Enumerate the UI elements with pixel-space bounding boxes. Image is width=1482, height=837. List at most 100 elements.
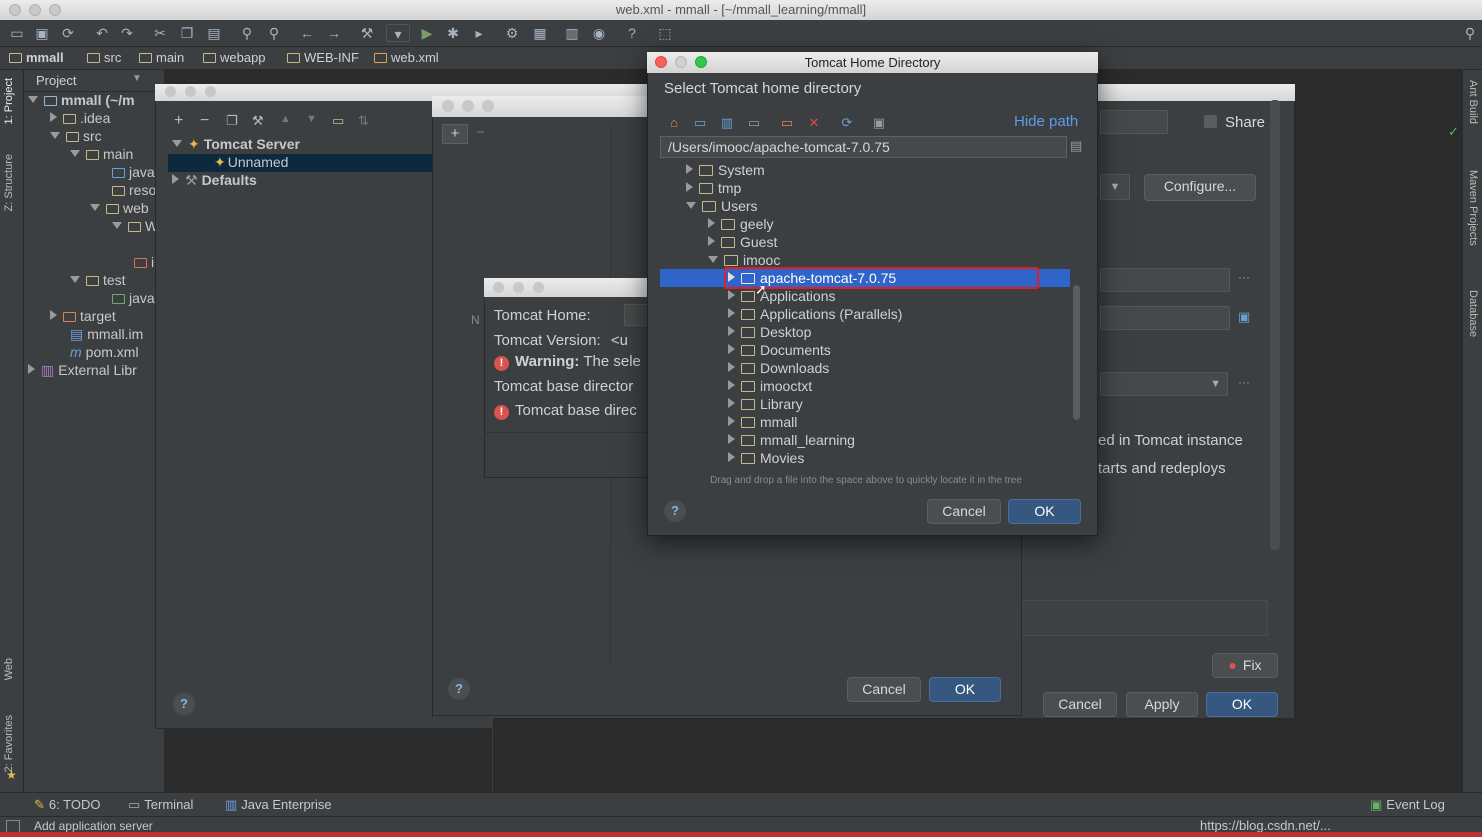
project-view-selector[interactable]: Project xyxy=(36,73,76,88)
tree-item-main[interactable]: main xyxy=(70,146,133,162)
tree-item-root[interactable]: mmall (~/m xyxy=(28,92,135,108)
todo-tool-tab[interactable]: ✎ 6: TODO xyxy=(34,797,100,813)
tree-item-idea[interactable]: .idea xyxy=(50,110,110,126)
open-folder-icon[interactable]: ▭ xyxy=(8,24,26,42)
dir-item-documents[interactable]: Documents xyxy=(660,341,1070,359)
dir-item-geely[interactable]: geely xyxy=(660,215,1070,233)
edit-defaults-icon[interactable]: ⚒ xyxy=(252,113,264,129)
tree-item-java[interactable]: java xyxy=(112,164,155,180)
redo-icon[interactable]: ↷ xyxy=(118,24,136,42)
android-icon[interactable]: ◉ xyxy=(590,24,608,42)
tree-item-iml[interactable]: ▤ mmall.im xyxy=(70,326,143,343)
dir-item-desktop[interactable]: Desktop xyxy=(660,323,1070,341)
home-icon[interactable]: ⌂ xyxy=(665,114,683,132)
dir-item-guest[interactable]: Guest xyxy=(660,233,1070,251)
module-dir-icon[interactable]: ▭ xyxy=(745,114,763,132)
structure-tool-tab[interactable]: Z: Structure xyxy=(3,154,15,211)
path-input[interactable]: /Users/imooc/apache-tomcat-7.0.75 xyxy=(660,136,1067,158)
servers-ok-button[interactable]: OK xyxy=(929,677,1001,702)
add-server-button[interactable]: + xyxy=(442,124,468,144)
favorites-tool-tab[interactable]: 2: Favorites xyxy=(3,715,15,772)
name-field-tail[interactable] xyxy=(1100,110,1168,134)
tree-item-web-inf[interactable]: W xyxy=(112,218,158,234)
run-config-scrollbar[interactable] xyxy=(1270,100,1280,550)
settings-icon[interactable]: ⚙ xyxy=(503,24,521,42)
breadcrumb-item-src[interactable]: src xyxy=(87,50,121,65)
tree-item-tomcat-server[interactable]: ✦ Tomcat Server xyxy=(172,136,300,153)
event-log-tool-tab[interactable]: ▣ Event Log xyxy=(1370,797,1445,813)
expand-field-icon[interactable]: ▣ xyxy=(1238,309,1250,325)
chevron-down-icon[interactable]: ▼ xyxy=(1100,174,1130,200)
url-field[interactable] xyxy=(1100,268,1230,292)
ellipsis-icon[interactable]: ··· xyxy=(1238,375,1250,389)
help-icon[interactable]: ? xyxy=(623,24,641,42)
chevron-down-icon[interactable]: ▼ xyxy=(132,73,142,84)
breadcrumb-item-main[interactable]: main xyxy=(139,50,184,65)
back-icon[interactable]: ← xyxy=(298,24,316,42)
tree-item-test-java[interactable]: java xyxy=(112,290,155,306)
tree-item-unnamed[interactable]: ✦ Unnamed xyxy=(168,154,432,172)
refresh-icon[interactable]: ⟳ xyxy=(838,114,856,132)
vm-options-field[interactable] xyxy=(1100,306,1230,330)
run-config-help-button[interactable]: ? xyxy=(173,693,195,715)
sdk-icon[interactable]: ▥ xyxy=(563,24,581,42)
move-up-icon[interactable]: ▲ xyxy=(280,113,291,125)
search-everywhere-icon[interactable]: ⚲ xyxy=(1461,24,1479,42)
hide-path-link[interactable]: Hide path xyxy=(1014,113,1078,130)
replace-icon[interactable]: ⚲ xyxy=(265,24,283,42)
sync-icon[interactable]: ⟳ xyxy=(59,24,77,42)
servers-help-button[interactable]: ? xyxy=(448,678,470,700)
breadcrumb-item-web-xml[interactable]: web.xml xyxy=(374,50,439,65)
close-dialog-button[interactable] xyxy=(655,56,667,68)
delete-icon[interactable]: ✕ xyxy=(805,114,823,132)
forward-icon[interactable]: → xyxy=(325,24,343,42)
remove-config-icon[interactable]: − xyxy=(200,112,209,130)
dir-item-users[interactable]: Users xyxy=(660,197,1070,215)
new-folder-icon[interactable]: ▭ xyxy=(778,114,796,132)
run-config-ok-button[interactable]: OK xyxy=(1206,692,1278,717)
run-config-cancel-button[interactable]: Cancel xyxy=(1043,692,1117,717)
debug-icon[interactable]: ✱ xyxy=(444,24,462,42)
run-config-apply-button[interactable]: Apply xyxy=(1126,692,1198,717)
copy-icon[interactable]: ❐ xyxy=(178,24,196,42)
chooser-ok-button[interactable]: OK xyxy=(1008,499,1081,524)
tree-item-webapp[interactable]: web xyxy=(90,200,149,216)
breadcrumb-item-webapp[interactable]: webapp xyxy=(203,50,266,65)
history-icon[interactable]: ▤ xyxy=(1070,138,1082,154)
desktop-icon[interactable]: ▭ xyxy=(691,114,709,132)
dir-item-movies[interactable]: Movies xyxy=(660,449,1070,467)
tree-item-resources[interactable]: reso xyxy=(112,182,156,198)
project-dir-icon[interactable]: ▥ xyxy=(718,114,736,132)
find-icon[interactable]: ⚲ xyxy=(238,24,256,42)
servers-cancel-button[interactable]: Cancel xyxy=(847,677,921,702)
chooser-cancel-button[interactable]: Cancel xyxy=(927,499,1001,524)
jre-dropdown[interactable]: ▼ xyxy=(1100,372,1228,396)
dir-item-downloads[interactable]: Downloads xyxy=(660,359,1070,377)
dir-item-mmall[interactable]: mmall xyxy=(660,413,1070,431)
terminal-tool-tab[interactable]: ▭ Terminal xyxy=(128,797,193,813)
breadcrumb-item-web-inf[interactable]: WEB-INF xyxy=(287,50,359,65)
save-icon[interactable]: ▣ xyxy=(33,24,51,42)
remove-server-button[interactable]: − xyxy=(476,124,485,141)
chooser-help-button[interactable]: ? xyxy=(664,500,686,522)
breadcrumb-item-mmall[interactable]: mmall xyxy=(9,50,64,65)
dir-item-tmp[interactable]: tmp xyxy=(660,179,1070,197)
maven-projects-tool-tab[interactable]: Maven Projects xyxy=(1467,170,1479,246)
folder-icon[interactable]: ▭ xyxy=(332,113,344,129)
database-tool-tab[interactable]: Database xyxy=(1467,290,1479,337)
add-config-icon[interactable]: + xyxy=(174,112,183,130)
share-checkbox[interactable]: Share xyxy=(1204,114,1265,131)
tree-item-index[interactable]: i xyxy=(134,254,154,270)
show-hidden-icon[interactable]: ▣ xyxy=(870,114,888,132)
move-down-icon[interactable]: ▼ xyxy=(306,113,317,125)
fix-button[interactable]: ● Fix xyxy=(1212,653,1278,678)
tree-item-src[interactable]: src xyxy=(50,128,102,144)
undo-icon[interactable]: ↶ xyxy=(93,24,111,42)
zoom-dialog-button[interactable] xyxy=(695,56,707,68)
configure-button[interactable]: Configure... xyxy=(1144,174,1256,201)
cut-icon[interactable]: ✂ xyxy=(151,24,169,42)
dir-item-mmall-learning[interactable]: mmall_learning xyxy=(660,431,1070,449)
directory-tree-scrollbar[interactable] xyxy=(1073,285,1080,420)
tree-item-test[interactable]: test xyxy=(70,272,126,288)
run-config-dropdown[interactable]: ▾ xyxy=(386,24,410,42)
